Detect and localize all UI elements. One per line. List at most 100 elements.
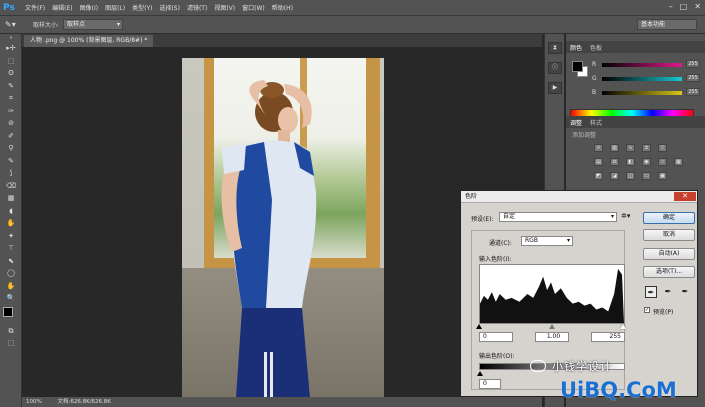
gradient-map-icon[interactable]: ▭	[642, 172, 651, 180]
quick-select-tool-icon[interactable]: ✎	[0, 80, 22, 93]
tab-adjustments[interactable]: 调整	[570, 118, 582, 127]
menu-layer[interactable]: 图层(L)	[105, 3, 125, 12]
channel-mixer-icon[interactable]: ♲	[658, 158, 667, 166]
gradient-tool-icon[interactable]: ▦	[0, 192, 22, 205]
close-icon[interactable]: ✕	[694, 2, 701, 11]
photo-filter-icon[interactable]: ◉	[642, 158, 651, 166]
brush-tool-icon[interactable]: ✐	[0, 130, 22, 143]
path-select-tool-icon[interactable]: ⬉	[0, 255, 22, 268]
actions-panel-icon[interactable]: ▶	[548, 82, 562, 94]
crop-tool-icon[interactable]: ⌗	[0, 92, 22, 105]
slider-track-r[interactable]	[602, 63, 682, 67]
preset-select[interactable]: 自定	[499, 212, 617, 222]
eyedropper-icon[interactable]: ✎▾	[5, 20, 19, 29]
slider-row-r: R 255	[592, 60, 702, 69]
marquee-tool-icon[interactable]: ⬚	[0, 55, 22, 68]
adjust-panel-tabs: 调整 样式	[566, 116, 705, 128]
blur-tool-icon[interactable]: ✋	[0, 217, 22, 230]
options-button[interactable]: 选项(T)...	[643, 266, 695, 278]
close-icon[interactable]: ✕	[674, 192, 696, 201]
channel-select[interactable]: RGB	[521, 236, 573, 246]
zoom-level[interactable]: 100%	[26, 399, 42, 405]
foreground-color-swatch[interactable]	[3, 306, 13, 317]
posterize-icon[interactable]: ◪	[610, 172, 619, 180]
menu-view[interactable]: 视图(V)	[214, 3, 235, 12]
slider-value-b[interactable]: 255	[686, 88, 700, 96]
slider-track-g[interactable]	[602, 77, 682, 81]
workspace-select[interactable]: 基本功能	[637, 19, 697, 30]
history-brush-tool-icon[interactable]: ✎	[0, 155, 22, 168]
history-panel-icon[interactable]: ⧗	[548, 42, 562, 54]
input-black-slider[interactable]	[476, 324, 482, 329]
hue-sat-icon[interactable]: ▤	[594, 158, 603, 166]
tab-color[interactable]: 颜色	[570, 43, 582, 52]
selective-color-icon[interactable]: ▣	[658, 172, 667, 180]
exposure-icon[interactable]: ±	[642, 144, 651, 152]
screen-mode-icon[interactable]: ⬚	[0, 337, 22, 350]
eyedropper-tool-icon[interactable]: ✑	[0, 105, 22, 118]
slider-value-r[interactable]: 255	[686, 60, 700, 68]
eraser-tool-icon[interactable]: ⌫	[0, 180, 22, 193]
ok-button[interactable]: 确定	[643, 212, 695, 224]
menu-window[interactable]: 窗口(W)	[242, 3, 265, 12]
move-tool-icon[interactable]: ▸✢	[0, 42, 22, 55]
levels-icon[interactable]: ▥	[610, 144, 619, 152]
color-swatches[interactable]	[0, 305, 22, 325]
document-tab[interactable]: 人物 .png @ 100% (背景图层, RGB/8#) *	[24, 35, 154, 47]
input-white-field[interactable]: 255	[591, 332, 625, 342]
auto-button[interactable]: 自动(A)	[643, 248, 695, 260]
input-gamma-slider[interactable]	[549, 324, 555, 329]
input-gamma-field[interactable]: 1.00	[535, 332, 569, 342]
input-black-field[interactable]: 0	[479, 332, 513, 342]
brightness-icon[interactable]: ☼	[594, 144, 603, 152]
photo-canvas[interactable]	[182, 58, 384, 398]
preset-gear-icon[interactable]: ✲▾	[621, 212, 630, 220]
slider-value-g[interactable]: 255	[686, 74, 700, 82]
tab-styles[interactable]: 样式	[590, 118, 602, 127]
minimize-icon[interactable]: –	[669, 2, 673, 11]
bw-icon[interactable]: ◧	[626, 158, 635, 166]
hand-tool-icon[interactable]: ✋	[0, 280, 22, 293]
slider-label-r: R	[592, 61, 597, 68]
toolbox-collapse-icon[interactable]: »	[0, 34, 22, 42]
tab-swatches[interactable]: 色板	[590, 43, 602, 52]
quick-mask-icon[interactable]: ⧉	[0, 325, 22, 338]
input-slider-track[interactable]	[476, 324, 626, 329]
fg-color-swatch[interactable]	[572, 61, 583, 72]
properties-panel-icon[interactable]: ⓘ	[548, 62, 562, 74]
white-eyedropper-icon[interactable]: ✒	[679, 286, 691, 298]
color-balance-icon[interactable]: ⚖	[610, 158, 619, 166]
type-tool-icon[interactable]: ⊤	[0, 242, 22, 255]
input-white-slider[interactable]	[620, 324, 626, 329]
smudge-tool-icon[interactable]: ⟆	[0, 167, 22, 180]
sample-size-select[interactable]: 取样点	[63, 19, 124, 30]
lasso-tool-icon[interactable]: ʘ	[0, 67, 22, 80]
healing-tool-icon[interactable]: ⊘	[0, 117, 22, 130]
menu-edit[interactable]: 编辑(E)	[52, 3, 72, 12]
black-eyedropper-icon[interactable]: ✒	[645, 286, 657, 298]
zoom-tool-icon[interactable]: 🔍	[0, 292, 22, 305]
output-black-field[interactable]: 0	[479, 379, 501, 389]
menu-file[interactable]: 文件(F)	[25, 3, 45, 12]
dodge-tool-icon[interactable]: ◖	[0, 205, 22, 218]
gray-eyedropper-icon[interactable]: ✒	[662, 286, 674, 298]
menu-type[interactable]: 类型(Y)	[132, 3, 152, 12]
curves-icon[interactable]: ∿	[626, 144, 635, 152]
output-black-slider[interactable]	[477, 371, 483, 376]
color-lookup-icon[interactable]: ▦	[674, 158, 683, 166]
vibrance-icon[interactable]: ▽	[658, 144, 667, 152]
shape-tool-icon[interactable]: ◯	[0, 267, 22, 280]
menu-help[interactable]: 帮助(H)	[272, 3, 293, 12]
preview-checkbox[interactable]: ✓	[644, 307, 650, 313]
threshold-icon[interactable]: ◫	[626, 172, 635, 180]
pen-tool-icon[interactable]: ✦	[0, 230, 22, 243]
menu-filter[interactable]: 滤镜(T)	[187, 3, 207, 12]
restore-icon[interactable]: □	[680, 2, 688, 11]
invert-icon[interactable]: ◩	[594, 172, 603, 180]
slider-track-b[interactable]	[602, 91, 682, 95]
adjustments-panel: 调整 样式 添加调整 ☼ ▥ ∿ ± ▽ ▤ ⚖ ◧ ◉ ♲ ▦ ◩ ◪ ◫ ▭…	[566, 116, 705, 196]
cancel-button[interactable]: 取消	[643, 229, 695, 241]
stamp-tool-icon[interactable]: ⚲	[0, 142, 22, 155]
menu-select[interactable]: 选择(S)	[159, 3, 180, 12]
menu-image[interactable]: 图像(I)	[80, 3, 98, 12]
